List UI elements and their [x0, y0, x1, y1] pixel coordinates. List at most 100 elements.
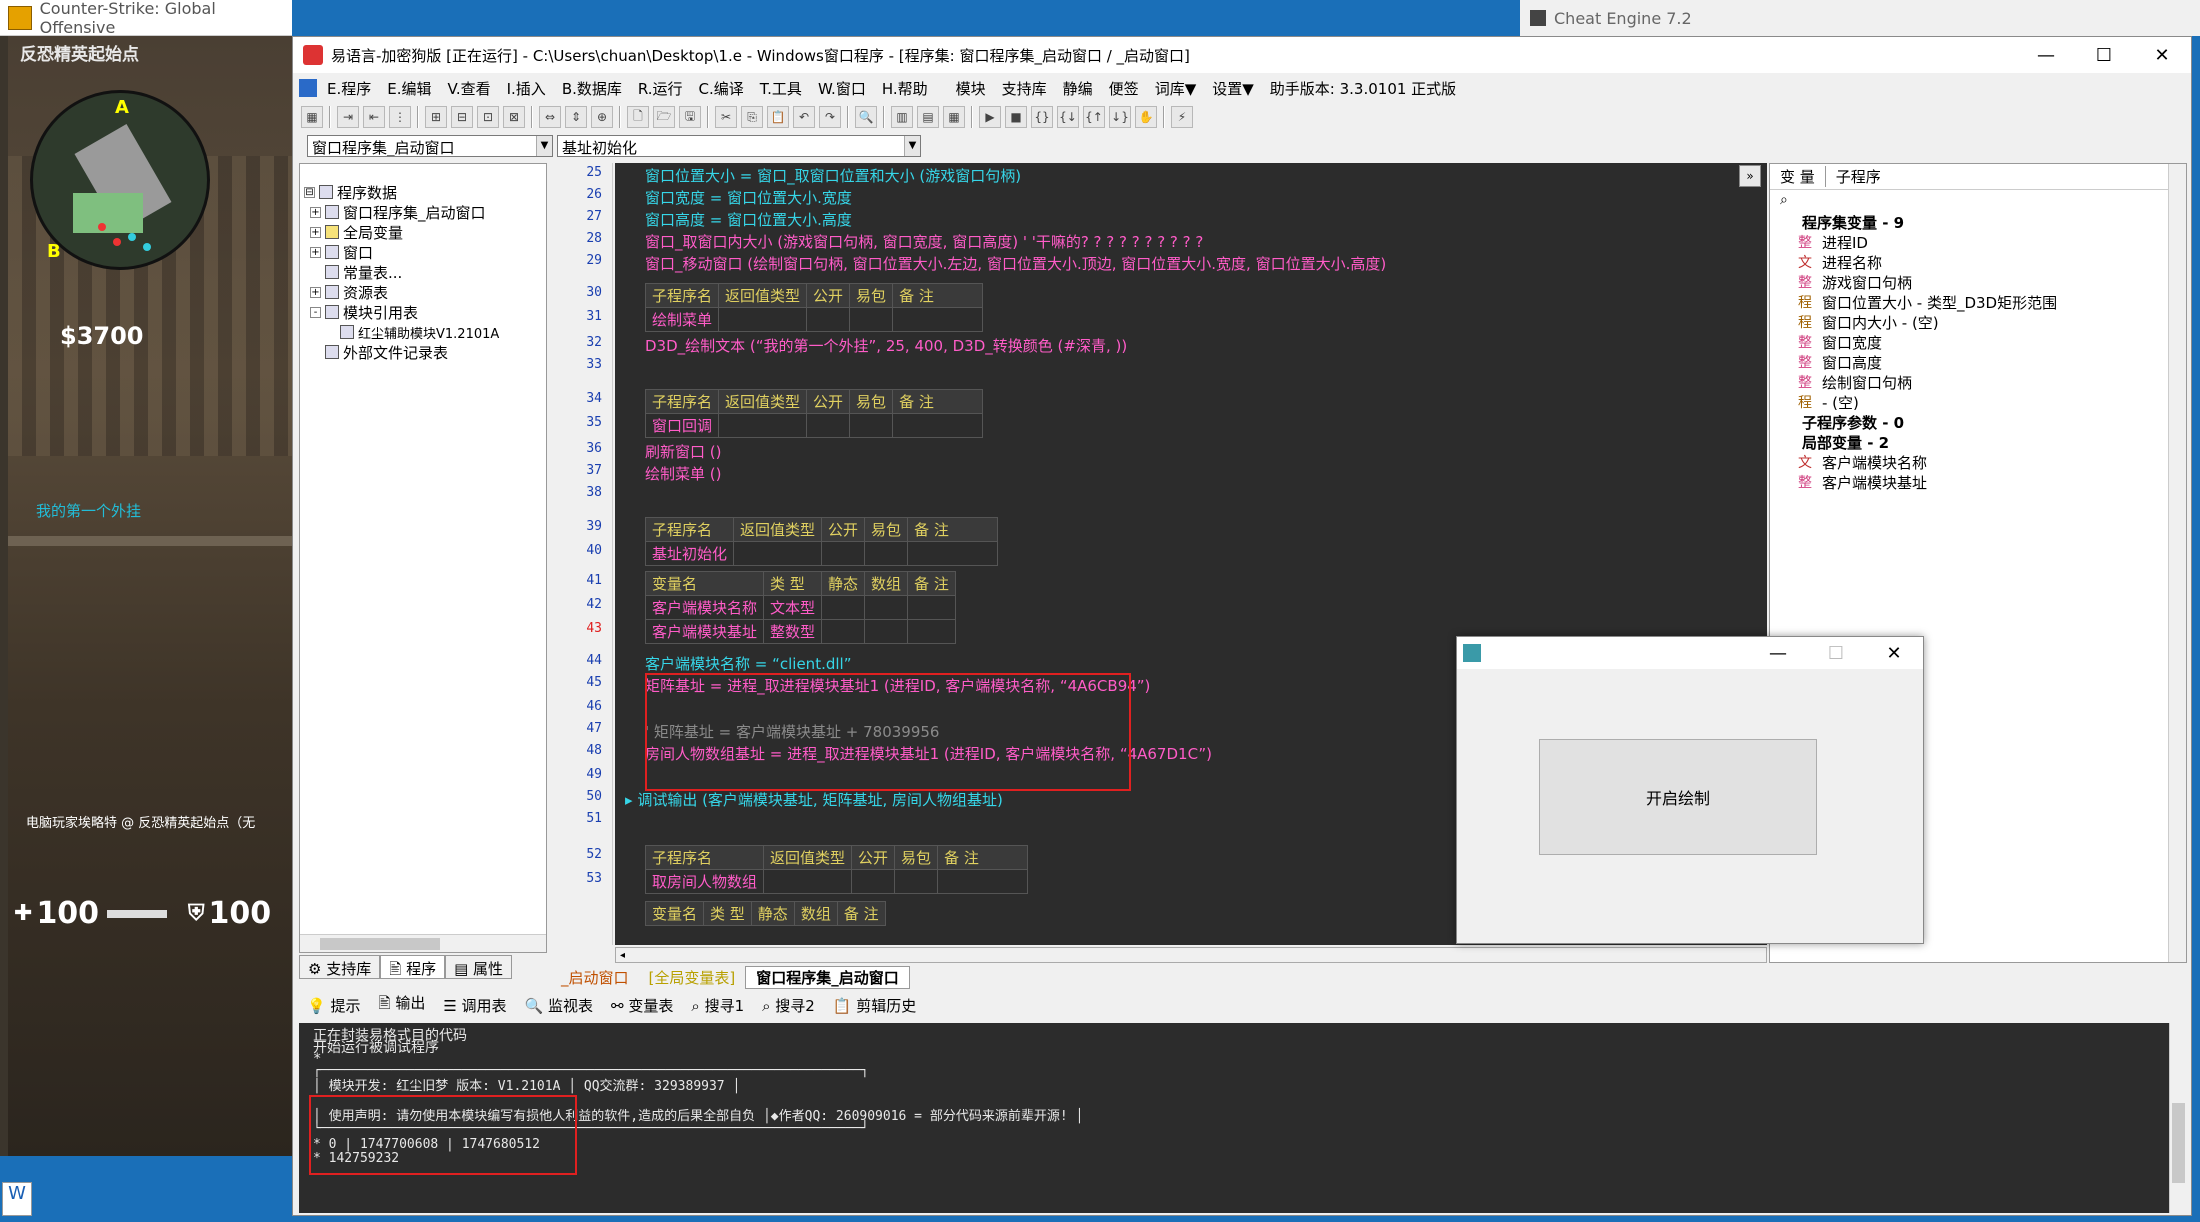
- step-icon[interactable]: {}: [1031, 106, 1053, 128]
- minimize-button[interactable]: —: [2017, 37, 2075, 73]
- code-line[interactable]: 刷新窗口 (): [645, 441, 721, 462]
- tab-clip-history[interactable]: 📋 剪辑历史: [825, 993, 924, 1018]
- toolbar-icon[interactable]: ▦: [301, 106, 323, 128]
- tab-watch[interactable]: 🔍 监视表: [517, 993, 601, 1018]
- tab-support-lib[interactable]: ⚙ 支持库: [299, 955, 381, 979]
- toolbar-icon[interactable]: ⊟: [451, 106, 473, 128]
- game-titlebar[interactable]: Counter-Strike: Global Offensive: [0, 0, 292, 37]
- tab-variables[interactable]: 变 量: [1770, 166, 1825, 187]
- menu-notes[interactable]: 便签: [1101, 78, 1147, 99]
- tab-search1[interactable]: ⌕ 搜寻1: [683, 993, 752, 1018]
- layout-icon[interactable]: ▥: [891, 106, 913, 128]
- toolbar-icon[interactable]: ⇤: [363, 106, 385, 128]
- tab-call-table[interactable]: ☰ 调用表: [435, 993, 514, 1018]
- toolbar-icon[interactable]: ⇕: [565, 106, 587, 128]
- expand-panel-button[interactable]: »: [1739, 165, 1761, 187]
- menu-module[interactable]: 模块: [948, 78, 994, 99]
- variable-item[interactable]: 整客户端模块基址: [1798, 472, 1927, 492]
- var-table[interactable]: 变量名类 型静态 数组备 注 客户端模块名称 文本型 客户端模块基址 整数型: [644, 571, 956, 644]
- code-line[interactable]: 窗口_取窗口内大小 (游戏窗口句柄, 窗口宽度, 窗口高度) ' '干嘛的? ?…: [645, 231, 1203, 252]
- toolbar-icon[interactable]: ⋮: [389, 106, 411, 128]
- menu-lexicon[interactable]: 词库▼: [1147, 78, 1205, 99]
- hand-icon[interactable]: ✋: [1135, 106, 1157, 128]
- var-table[interactable]: 变量名类 型静态 数组备 注: [644, 901, 886, 926]
- tab-output[interactable]: 🖹 输出: [370, 990, 433, 1020]
- redo-icon[interactable]: ↷: [819, 106, 841, 128]
- run-icon[interactable]: ▶: [979, 106, 1001, 128]
- ide-titlebar[interactable]: 易语言-加密狗版 [正在运行] - C:\Users\chuan\Desktop…: [293, 37, 2191, 73]
- tree-item[interactable]: 红尘辅助模块V1.2101A: [340, 322, 499, 342]
- undo-icon[interactable]: ↶: [793, 106, 815, 128]
- maximize-button[interactable]: ☐: [2075, 37, 2133, 73]
- paste-icon[interactable]: 📋: [767, 106, 789, 128]
- step-into-icon[interactable]: {↓: [1057, 106, 1079, 128]
- dialog-minimize-button[interactable]: —: [1749, 637, 1807, 669]
- variable-item[interactable]: 整进程ID: [1798, 232, 1868, 252]
- toolbar-icon[interactable]: ⊞: [425, 106, 447, 128]
- close-button[interactable]: ✕: [2133, 37, 2191, 73]
- tree-hscrollbar[interactable]: [300, 934, 546, 952]
- code-line[interactable]: D3D_绘制文本 (“我的第一个外挂”, 25, 400, D3D_转换颜色 (…: [645, 335, 1127, 356]
- code-line[interactable]: 窗口宽度 = 窗口位置大小.宽度: [645, 187, 852, 208]
- tree-item[interactable]: + 全局变量: [310, 222, 403, 242]
- menu-support-lib[interactable]: 支持库: [994, 78, 1055, 99]
- toolbar-icon[interactable]: ⊡: [477, 106, 499, 128]
- copy-icon[interactable]: ⎘: [741, 106, 763, 128]
- stop-icon[interactable]: ■: [1005, 106, 1027, 128]
- step-out-icon[interactable]: {↑: [1083, 106, 1105, 128]
- variable-item[interactable]: 整窗口高度: [1798, 352, 1882, 372]
- toolbar-icon[interactable]: ⇔: [539, 106, 561, 128]
- tab-global-vars[interactable]: [全局变量表]: [639, 967, 746, 988]
- step-over-icon[interactable]: ↓}: [1109, 106, 1131, 128]
- tab-subroutines[interactable]: 子程序: [1824, 166, 1891, 187]
- sub-table[interactable]: 子程序名 返回值类型 公开 易包备 注 窗口回调: [644, 389, 984, 438]
- search-icon[interactable]: ⌕: [1780, 192, 1788, 208]
- menu-database[interactable]: B.数据库: [554, 78, 630, 99]
- tree-item[interactable]: + 窗口: [310, 242, 373, 262]
- dialog-close-button[interactable]: ✕: [1865, 637, 1923, 669]
- variable-item[interactable]: 整绘制窗口句柄: [1798, 372, 1912, 392]
- menu-settings[interactable]: 设置▼: [1204, 78, 1262, 99]
- variable-item[interactable]: 程窗口位置大小 - 类型_D3D矩形范围: [1798, 292, 2057, 312]
- sub-table[interactable]: 子程序名 返回值类型 公开 易包备 注 绘制菜单: [644, 283, 984, 332]
- save-icon[interactable]: 🖫: [679, 106, 701, 128]
- code-line[interactable]: 绘制菜单 (): [645, 463, 721, 484]
- menu-tools[interactable]: T.工具: [752, 78, 810, 99]
- variable-item[interactable]: 程窗口内大小 - (空): [1798, 312, 1939, 332]
- code-line[interactable]: 窗口位置大小 = 窗口_取窗口位置和大小 (游戏窗口句柄): [645, 165, 1021, 186]
- layout-icon[interactable]: ▦: [943, 106, 965, 128]
- new-file-icon[interactable]: 🗋: [627, 106, 649, 128]
- dialog-titlebar[interactable]: — ☐ ✕: [1457, 637, 1923, 669]
- sub-table[interactable]: 子程序名 返回值类型 公开 易包备 注 基址初始化: [644, 517, 999, 566]
- menu-view[interactable]: V.查看: [440, 78, 499, 99]
- tab-start-window[interactable]: _启动窗口: [551, 967, 639, 988]
- tree-item[interactable]: + 资源表: [310, 282, 388, 302]
- code-line[interactable]: 窗口_移动窗口 (绘制窗口句柄, 窗口位置大小.左边, 窗口位置大小.顶边, 窗…: [645, 253, 1386, 274]
- toolbar-icon[interactable]: ⇥: [337, 106, 359, 128]
- tab-hint[interactable]: 💡 提示: [299, 993, 368, 1018]
- menu-insert[interactable]: I.插入: [499, 78, 554, 99]
- toolbar-icon[interactable]: ⊠: [503, 106, 525, 128]
- layout-icon[interactable]: ▤: [917, 106, 939, 128]
- toolbar-icon[interactable]: ⊕: [591, 106, 613, 128]
- menu-compile[interactable]: C.编译: [691, 78, 752, 99]
- menu-edit[interactable]: E.编辑: [379, 78, 439, 99]
- variable-item[interactable]: 文进程名称: [1798, 252, 1882, 272]
- find-icon[interactable]: 🔍: [855, 106, 877, 128]
- code-line[interactable]: 客户端模块名称 = “client.dll”: [645, 653, 851, 674]
- menu-static-compile[interactable]: 静编: [1055, 78, 1101, 99]
- sub-table[interactable]: 子程序名 返回值类型 公开 易包备 注 取房间人物数组: [644, 845, 1029, 894]
- tree-item[interactable]: ⊟ 程序数据: [304, 182, 397, 202]
- cheat-engine-titlebar[interactable]: Cheat Engine 7.2: [1520, 0, 2200, 36]
- tree-item[interactable]: 外部文件记录表: [325, 342, 448, 362]
- start-drawing-button[interactable]: 开启绘制: [1539, 739, 1817, 855]
- menu-program[interactable]: E.程序: [319, 78, 379, 99]
- tab-properties[interactable]: ▤ 属性: [445, 955, 513, 979]
- variable-panel-vscrollbar[interactable]: [2168, 164, 2186, 962]
- output-console[interactable]: 正在封装易格式目的代码 开始运行被调试程序 * ┌───────────────…: [299, 1023, 2169, 1213]
- output-vscrollbar[interactable]: [2169, 1023, 2187, 1213]
- wps-icon[interactable]: W: [2, 1182, 32, 1216]
- chevron-left-icon[interactable]: ◂: [620, 950, 634, 961]
- assistant-icon[interactable]: ⚡: [1171, 106, 1193, 128]
- menu-run[interactable]: R.运行: [630, 78, 691, 99]
